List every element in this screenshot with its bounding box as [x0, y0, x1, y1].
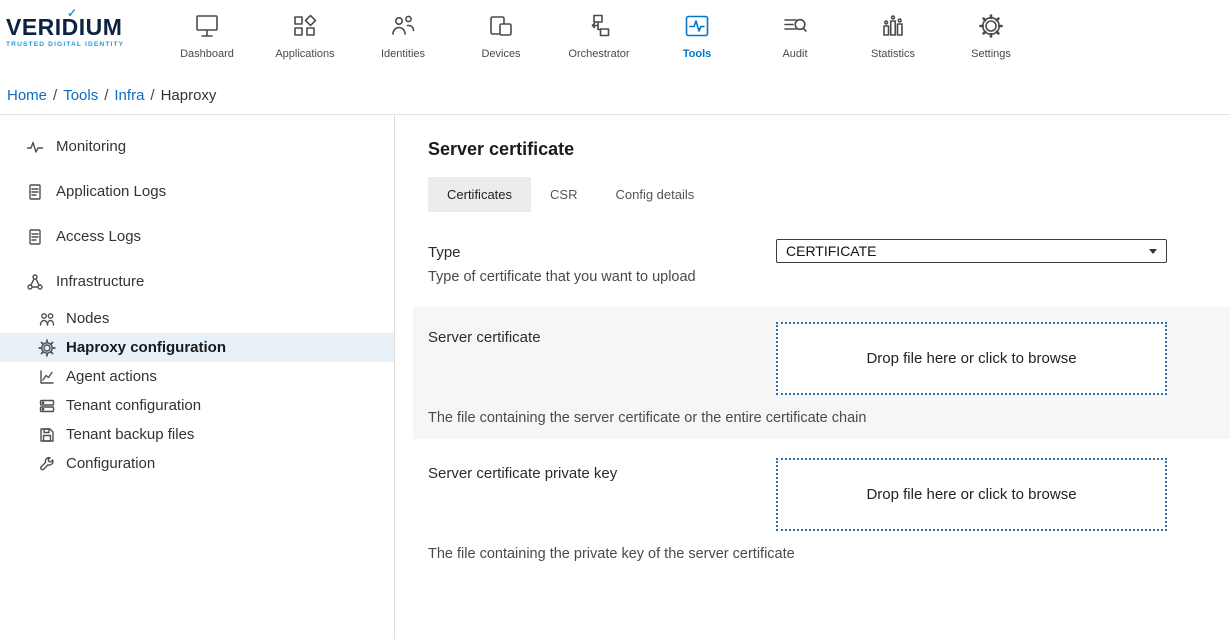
sidebar-item-label: Monitoring [56, 138, 126, 155]
sidebar-item-label: Infrastructure [56, 273, 144, 290]
gear-icon [38, 339, 56, 357]
breadcrumb-infra[interactable]: Infra [114, 87, 144, 104]
tools-icon [682, 11, 712, 43]
nav-label: Applications [256, 48, 354, 60]
nav-label: Orchestrator [550, 48, 648, 60]
logo-check-icon: ✓ [67, 7, 78, 19]
sidebar-item-infrastructure[interactable]: Infrastructure [0, 259, 394, 304]
server-certificate-label: Server certificate [428, 322, 776, 346]
brand-logo[interactable]: VERIDIUM ✓ TRUSTED DIGITAL IDENTITY [0, 0, 158, 48]
nav-item-identities[interactable]: Identities [354, 0, 452, 60]
private-key-help: The file containing the private key of t… [428, 546, 1167, 562]
server-certificate-help: The file containing the server certifica… [428, 410, 1167, 426]
nav-label: Dashboard [158, 48, 256, 60]
document-icon [26, 183, 44, 201]
nav-label: Identities [354, 48, 452, 60]
sidebar-item-label: Tenant configuration [66, 397, 201, 414]
private-key-dropzone[interactable]: Drop file here or click to browse [776, 458, 1167, 531]
chevron-down-icon [1149, 249, 1157, 254]
nav-item-statistics[interactable]: Statistics [844, 0, 942, 60]
sidebar-item-label: Application Logs [56, 183, 166, 200]
brand-name: VERIDIUM ✓ [6, 16, 158, 39]
nav-item-orchestrator[interactable]: Orchestrator [550, 0, 648, 60]
private-key-field-row: Server certificate private key Drop file… [413, 443, 1230, 575]
server-certificate-field-row: Server certificate Drop file here or cli… [413, 307, 1230, 439]
nav-label: Tools [648, 48, 746, 60]
save-icon [38, 426, 56, 444]
sidebar-item-label: Access Logs [56, 228, 141, 245]
tab-csr[interactable]: CSR [531, 177, 596, 212]
statistics-icon [878, 11, 908, 43]
nav-item-applications[interactable]: Applications [256, 0, 354, 60]
certificate-type-select[interactable]: CERTIFICATE [776, 239, 1167, 263]
nav-item-settings[interactable]: Settings [942, 0, 1040, 60]
sidebar-item-label: Tenant backup files [66, 426, 194, 443]
nav-label: Statistics [844, 48, 942, 60]
sidebar-item-label: Agent actions [66, 368, 157, 385]
server-certificate-dropzone[interactable]: Drop file here or click to browse [776, 322, 1167, 395]
sidebar-item-label: Configuration [66, 455, 155, 472]
type-field-row: Type Type of certificate that you want t… [428, 239, 1167, 285]
server-icon [38, 397, 56, 415]
identities-icon [388, 11, 418, 43]
dropzone-text: Drop file here or click to browse [866, 350, 1076, 367]
nav-item-devices[interactable]: Devices [452, 0, 550, 60]
sidebar-item-tenant-backup-files[interactable]: Tenant backup files [0, 420, 394, 449]
nav-label: Audit [746, 48, 844, 60]
breadcrumb-separator: / [104, 87, 108, 104]
private-key-label: Server certificate private key [428, 458, 776, 482]
breadcrumb-tools[interactable]: Tools [63, 87, 98, 104]
document-icon [26, 228, 44, 246]
devices-icon [486, 11, 516, 43]
breadcrumb-home[interactable]: Home [7, 87, 47, 104]
type-field-label: Type [428, 244, 756, 261]
audit-icon [780, 11, 810, 43]
nav-label: Devices [452, 48, 550, 60]
line-chart-icon [38, 368, 56, 386]
sidebar-item-label: Haproxy configuration [66, 339, 226, 356]
dashboard-icon [192, 11, 222, 43]
sidebar-item-configuration[interactable]: Configuration [0, 449, 394, 478]
tab-config-details[interactable]: Config details [596, 177, 713, 212]
tab-bar: Certificates CSR Config details [428, 177, 1167, 212]
wrench-icon [38, 455, 56, 473]
breadcrumb-separator: / [53, 87, 57, 104]
top-nav: VERIDIUM ✓ TRUSTED DIGITAL IDENTITY Dash… [0, 0, 1230, 77]
brand-tagline: TRUSTED DIGITAL IDENTITY [6, 41, 158, 48]
type-field-help: Type of certificate that you want to upl… [428, 269, 756, 285]
sidebar: Monitoring Application Logs Access Logs … [0, 115, 395, 639]
sidebar-item-tenant-configuration[interactable]: Tenant configuration [0, 391, 394, 420]
certificate-type-value: CERTIFICATE [786, 243, 877, 259]
applications-icon [290, 11, 320, 43]
primary-nav: Dashboard Applications Identities Device… [158, 0, 1040, 60]
settings-icon [976, 11, 1006, 43]
sidebar-item-haproxy-configuration[interactable]: Haproxy configuration [0, 333, 394, 362]
nodes-icon [38, 310, 56, 328]
nav-item-dashboard[interactable]: Dashboard [158, 0, 256, 60]
dropzone-text: Drop file here or click to browse [866, 486, 1076, 503]
tab-certificates[interactable]: Certificates [428, 177, 531, 212]
sidebar-item-application-logs[interactable]: Application Logs [0, 169, 394, 214]
breadcrumb-current: Haproxy [161, 87, 217, 104]
breadcrumb-separator: / [150, 87, 154, 104]
breadcrumb: Home / Tools / Infra / Haproxy [0, 77, 1230, 115]
sidebar-item-monitoring[interactable]: Monitoring [0, 124, 394, 169]
sidebar-item-agent-actions[interactable]: Agent actions [0, 362, 394, 391]
orchestrator-icon [584, 11, 614, 43]
sidebar-item-nodes[interactable]: Nodes [0, 304, 394, 333]
page-title: Server certificate [428, 139, 1167, 160]
infrastructure-icon [26, 273, 44, 291]
nav-item-tools[interactable]: Tools [648, 0, 746, 60]
sidebar-item-access-logs[interactable]: Access Logs [0, 214, 394, 259]
sidebar-item-label: Nodes [66, 310, 109, 327]
nav-item-audit[interactable]: Audit [746, 0, 844, 60]
monitoring-icon [26, 138, 44, 156]
main-panel: Server certificate Certificates CSR Conf… [395, 115, 1230, 639]
nav-label: Settings [942, 48, 1040, 60]
